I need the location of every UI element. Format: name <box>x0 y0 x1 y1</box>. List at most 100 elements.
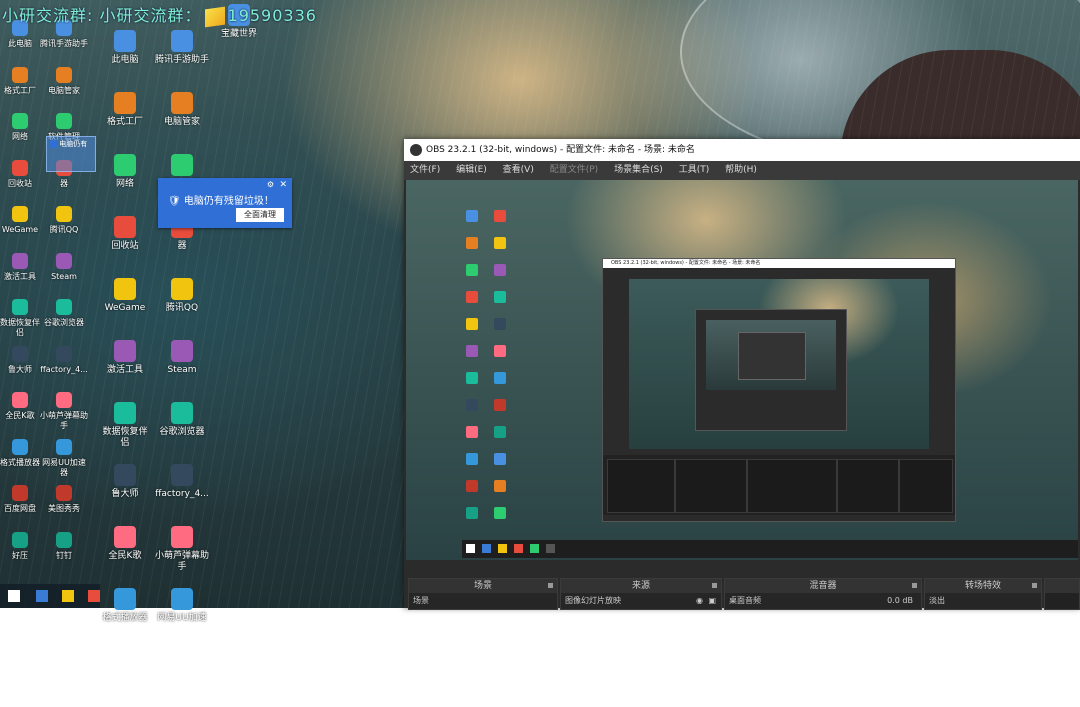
windows-start-icon[interactable] <box>8 590 20 602</box>
desktop-icon[interactable]: 此电脑 <box>100 30 150 66</box>
desktop-icon[interactable]: 小萌芦弹幕助手 <box>40 392 88 431</box>
menu-help[interactable]: 帮助(H) <box>725 165 757 175</box>
desktop-icon-label: 回收站 <box>8 178 32 188</box>
desktop-icon[interactable]: WeGame <box>100 278 150 314</box>
desktop-icon-label: 宝藏世界 <box>220 29 257 39</box>
desktop-icon[interactable]: WeGame <box>0 206 40 235</box>
menu-scene-collection[interactable]: 场景集合(S) <box>614 165 663 175</box>
close-icon[interactable]: ✕ <box>279 180 287 190</box>
desktop-icon[interactable]: 百度网盘 <box>0 485 40 514</box>
desktop-icon[interactable]: 好压 <box>0 531 40 561</box>
desktop-icon[interactable]: 网络 <box>0 113 40 142</box>
desktop-icon[interactable]: 格式工厂 <box>100 92 150 128</box>
desktop-icon[interactable]: 电脑管家 <box>40 66 88 96</box>
preview-app-icon <box>466 210 478 222</box>
app-icon <box>12 252 28 269</box>
desktop-icon[interactable]: 激活工具 <box>100 340 150 376</box>
obs-titlebar[interactable]: OBS 23.2.1 (32-bit, windows) - 配置文件: 未命名… <box>404 139 1080 161</box>
desktop-icon-label: 格式工厂 <box>106 117 143 127</box>
desktop-icon[interactable]: 腾讯QQ <box>40 206 88 235</box>
nested-dock <box>747 459 837 513</box>
menu-file[interactable]: 文件(F) <box>410 165 440 175</box>
desktop-icon[interactable]: 网易UU加速 <box>152 588 212 624</box>
preview-app-icon <box>466 426 478 438</box>
desktop-icon[interactable]: 腾讯QQ <box>152 278 212 314</box>
nested-preview-2 <box>706 320 836 390</box>
app-icon <box>114 464 136 486</box>
taskbar-store-icon[interactable] <box>62 590 74 602</box>
desktop-icon[interactable]: 全民K歌 <box>0 392 40 421</box>
desktop-icon-label: 谷歌浏览器 <box>159 427 205 437</box>
taskbar <box>0 584 100 608</box>
menu-edit[interactable]: 编辑(E) <box>456 165 487 175</box>
desktop-icon[interactable]: 数据恢复伴侣 <box>0 299 40 338</box>
app-icon <box>12 206 28 222</box>
preview-app-icon <box>494 372 506 384</box>
desktop-icon[interactable]: 网络 <box>100 154 150 190</box>
desktop-icon-label: 网络 <box>12 132 28 141</box>
app-icon <box>56 66 72 83</box>
float-dock-icon[interactable] <box>912 583 917 588</box>
full-clean-button[interactable]: 全面清理 <box>236 208 284 222</box>
menu-tools[interactable]: 工具(T) <box>679 165 710 175</box>
desktop-icon[interactable]: Steam <box>152 340 212 376</box>
app-icon <box>56 438 72 455</box>
float-dock-icon[interactable] <box>1032 583 1037 588</box>
float-dock-icon[interactable] <box>712 583 717 588</box>
desktop-icon[interactable]: 回收站 <box>0 159 40 189</box>
desktop-icon[interactable]: 鲁大师 <box>100 464 150 500</box>
desktop-icon[interactable]: 鲁大师 <box>0 345 40 375</box>
desktop-icon[interactable]: ffactory_4... <box>152 464 212 500</box>
preview-app-icon <box>466 480 478 492</box>
menu-profile[interactable]: 配置文件(P) <box>550 165 598 175</box>
transition-select[interactable]: 淡出 <box>925 593 1041 609</box>
desktop-icon[interactable]: 格式工厂 <box>0 66 40 96</box>
transitions-dock: 转场特效 淡出 <box>924 578 1042 610</box>
app-icon <box>56 299 72 315</box>
source-item[interactable]: 图像幻灯片放映 ◉ ▣ <box>561 593 721 609</box>
transitions-dock-title: 转场特效 <box>964 581 1001 591</box>
desktop-icon[interactable]: 激活工具 <box>0 252 40 282</box>
gear-icon[interactable]: ⚙ <box>267 180 274 189</box>
preview-app-icon <box>494 264 506 276</box>
float-dock-icon[interactable] <box>548 583 553 588</box>
obs-docks: 场景 场景 来源 图像幻灯片放映 ◉ ▣ 混音器 桌面音频 0.0 dB 转场特效 淡… <box>404 576 1080 610</box>
desktop-icon[interactable]: Steam <box>40 252 88 282</box>
nested-dock <box>899 459 953 513</box>
taskbar-app-icon[interactable] <box>88 590 100 602</box>
desktop-icon[interactable]: 美图秀秀 <box>40 485 88 514</box>
preview-app-icon <box>494 399 506 411</box>
watermark-text-1: 小研交流群 <box>2 6 88 25</box>
desktop-icon[interactable]: ffactory_4... <box>40 345 88 375</box>
desktop-icon[interactable]: 谷歌浏览器 <box>152 402 212 438</box>
app-icon <box>114 30 136 52</box>
desktop-icon[interactable]: 小萌芦弹幕助手 <box>152 526 212 573</box>
desktop-icon[interactable]: 全民K歌 <box>100 526 150 562</box>
desktop-icon[interactable]: 谷歌浏览器 <box>40 299 88 328</box>
desktop-icon[interactable]: 网易UU加速器 <box>40 438 88 478</box>
selected-desktop-item[interactable]: 电脑仍有 <box>46 136 96 172</box>
lock-icon[interactable]: ▣ <box>708 593 716 609</box>
desktop-icon[interactable]: 回收站 <box>100 216 150 252</box>
eye-icon[interactable]: ◉ <box>696 593 703 609</box>
preview-app-icon <box>494 210 506 222</box>
preview-app-icon <box>466 372 478 384</box>
desktop-icon-label: 此电脑 <box>111 55 139 65</box>
taskbar-app-icon[interactable] <box>36 590 48 602</box>
desktop-icon-label: 数据恢复伴侣 <box>0 318 40 337</box>
menu-view[interactable]: 查看(V) <box>503 165 534 175</box>
app-icon <box>56 206 72 222</box>
desktop-icon[interactable]: 数据恢复伴侣 <box>100 402 150 449</box>
desktop-icon-label: 格式播放器 <box>102 613 148 623</box>
desktop-icon[interactable]: 钉钉 <box>40 531 88 561</box>
scene-item[interactable]: 场景 <box>409 593 557 609</box>
desktop-icon[interactable]: 格式播放器 <box>0 438 40 468</box>
desktop-icon[interactable]: 腾讯手游助手 <box>152 30 212 66</box>
desktop-icon[interactable]: 格式播放器 <box>100 588 150 624</box>
desktop-icon[interactable]: 电脑管家 <box>152 92 212 128</box>
sources-dock: 来源 图像幻灯片放映 ◉ ▣ <box>560 578 722 610</box>
obs-preview[interactable]: OBS 23.2.1 (32-bit, windows) - 配置文件: 未命名… <box>406 180 1078 707</box>
desktop-icon-label: 网络 <box>115 179 134 189</box>
qq-icon <box>204 6 225 27</box>
preview-taskbar <box>462 540 1078 558</box>
